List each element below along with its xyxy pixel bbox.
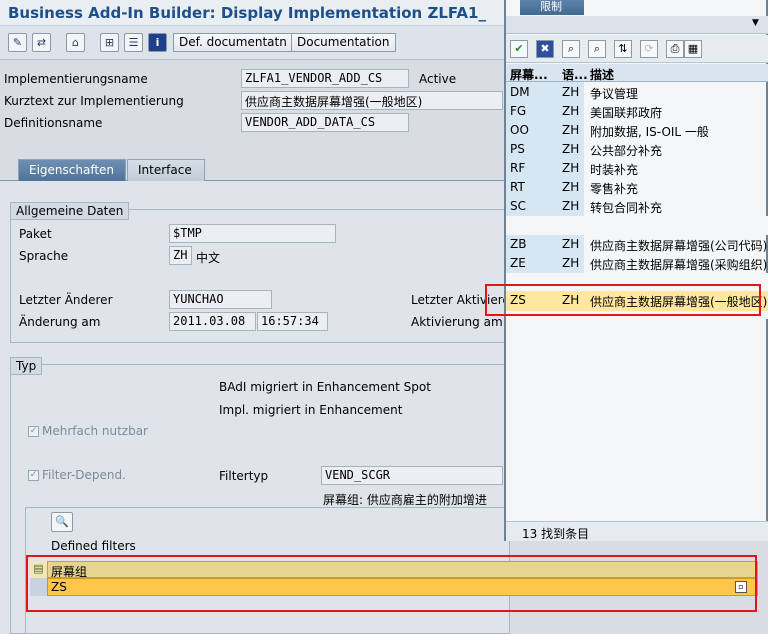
popup-footer: 13 找到条目: [506, 521, 768, 541]
popup-row-ps[interactable]: PS ZH 公共部分补充: [506, 140, 768, 159]
popup-cell-lang: ZH: [562, 104, 580, 118]
changed-date-field[interactable]: 2011.03.08: [169, 312, 256, 331]
popup-obscured-row: [506, 216, 768, 235]
popup-cell-code: SC: [510, 199, 526, 213]
display-change-icon[interactable]: ⇄: [32, 33, 51, 52]
documentation-button[interactable]: Documentation: [291, 33, 396, 52]
popup-row-fg[interactable]: FG ZH 美国联邦政府: [506, 102, 768, 121]
multiple-use-checkbox[interactable]: ✓: [28, 426, 39, 437]
popup-cell-lang: ZH: [562, 180, 580, 194]
popup-col-screen-group[interactable]: 屏幕...: [510, 66, 548, 83]
impl-migrated-label: Impl. migriert in Enhancement: [219, 403, 403, 417]
popup-cell-code: ZE: [510, 256, 526, 270]
refresh-icon[interactable]: ⟳: [640, 40, 658, 58]
list-icon[interactable]: ▦: [684, 40, 702, 58]
popup-row-sc[interactable]: SC ZH 转包合同补充: [506, 197, 768, 216]
popup-col-description[interactable]: 描述: [590, 66, 614, 83]
accept-icon[interactable]: ✔: [510, 40, 528, 58]
popup-cell-desc: 零售补充: [590, 182, 639, 196]
sprache-field[interactable]: ZH: [169, 246, 192, 265]
tree-icon[interactable]: ☰: [124, 33, 143, 52]
short-text-label: Kurztext zur Implementierung: [4, 94, 184, 108]
popup-cell-lang: ZH: [562, 199, 580, 213]
activation-label: Aktivierung am: [411, 315, 503, 329]
def-name-label: Definitionsname: [4, 116, 103, 130]
popup-cell-desc: 转包合同补充: [590, 201, 663, 215]
popup-cell-code: RT: [510, 180, 525, 194]
changer-field[interactable]: YUNCHAO: [169, 290, 272, 309]
filtertyp-field[interactable]: VEND_SCGR: [321, 466, 503, 485]
paket-label: Paket: [19, 227, 52, 241]
zoom-icon[interactable]: 🔍: [51, 512, 73, 532]
popup-entries-found: 13 找到条目: [522, 527, 590, 541]
pencil-icon[interactable]: ✎: [8, 33, 27, 52]
popup-cell-code: ZB: [510, 237, 527, 251]
popup-row-rf[interactable]: RF ZH 时装补充: [506, 159, 768, 178]
popup-cell-desc: 时装补充: [590, 163, 639, 177]
popup-cell-lang: ZH: [562, 123, 580, 137]
typ-title: Typ: [10, 357, 43, 375]
badi-migrated-label: BAdI migriert in Enhancement Spot: [219, 380, 431, 394]
popup-cell-code: DM: [510, 85, 530, 99]
highlight-box-popup: [485, 284, 761, 316]
defined-filters-label: Defined filters: [51, 539, 136, 553]
find-icon[interactable]: ⌕: [562, 40, 580, 58]
hierarchy-icon[interactable]: ⊞: [100, 33, 119, 52]
popup-cell-desc: 公共部分补充: [590, 144, 663, 158]
changed-on-label: Änderung am: [19, 315, 101, 329]
def-name-field[interactable]: VENDOR_ADD_DATA_CS: [241, 113, 409, 132]
popup-col-language[interactable]: 语...: [562, 66, 588, 83]
popup-row-dm[interactable]: DM ZH 争议管理: [506, 83, 768, 102]
popup-row-rt[interactable]: RT ZH 零售补充: [506, 178, 768, 197]
tab-eigenschaften[interactable]: Eigenschaften: [18, 159, 126, 181]
popup-cell-desc: 供应商主数据屏幕增强(采购组织): [590, 258, 768, 272]
popup-cell-lang: ZH: [562, 85, 580, 99]
popup-row-ze[interactable]: ZE ZH 供应商主数据屏幕增强(采购组织): [506, 254, 768, 273]
popup-cell-desc: 附加数据, IS-OIL 一般: [590, 125, 709, 139]
paket-field[interactable]: $TMP: [169, 224, 336, 243]
filter-dependent-label: Filter-Depend.: [42, 468, 126, 482]
short-text-field[interactable]: 供应商主数据屏幕增强(一般地区): [241, 91, 503, 110]
sprache-label: Sprache: [19, 249, 69, 263]
filtertyp-label: Filtertyp: [219, 469, 269, 483]
impl-name-label: Implementierungsname: [4, 72, 148, 86]
popup-restriction-bar: ▼: [506, 16, 768, 34]
popup-tab-restrictions[interactable]: 限制: [520, 0, 584, 15]
popup-cell-lang: ZH: [562, 161, 580, 175]
popup-cell-code: OO: [510, 123, 529, 137]
popup-cell-code: RF: [510, 161, 526, 175]
popup-row-zb[interactable]: ZB ZH 供应商主数据屏幕增强(公司代码): [506, 235, 768, 254]
popup-cell-lang: ZH: [562, 256, 580, 270]
popup-cell-lang: ZH: [562, 142, 580, 156]
popup-cell-desc: 美国联邦政府: [590, 106, 663, 120]
general-data-title: Allgemeine Daten: [10, 202, 130, 220]
highlight-box-filter: [26, 555, 757, 612]
other-object-icon[interactable]: ⌂: [66, 33, 85, 52]
popup-cell-desc: 供应商主数据屏幕增强(公司代码): [590, 239, 768, 253]
changer-label: Letzter Änderer: [19, 293, 113, 307]
window-title: Business Add-In Builder: Display Impleme…: [8, 4, 486, 22]
popup-cell-code: PS: [510, 142, 525, 156]
expand-arrow-icon[interactable]: ▼: [752, 18, 759, 28]
multiple-use-label: Mehrfach nutzbar: [42, 424, 148, 438]
popup-row-oo[interactable]: OO ZH 附加数据, IS-OIL 一般: [506, 121, 768, 140]
info-icon[interactable]: i: [148, 33, 167, 52]
filtertyp-description: 屏幕组: 供应商雇主的附加增进: [323, 493, 487, 507]
sort-icon[interactable]: ⇅: [614, 40, 632, 58]
tab-interface[interactable]: Interface: [127, 159, 205, 181]
filter-dependent-checkbox[interactable]: ✓: [28, 470, 39, 481]
impl-name-field[interactable]: ZLFA1_VENDOR_ADD_CS: [241, 69, 409, 88]
sprache-name: 中文: [196, 251, 221, 265]
print-icon[interactable]: ⎙: [666, 40, 684, 58]
def-documentation-button[interactable]: Def. documentatn: [173, 33, 293, 52]
changed-time-field[interactable]: 16:57:34: [257, 312, 328, 331]
find-next-icon[interactable]: ⌕: [588, 40, 606, 58]
cancel-icon[interactable]: ✖: [536, 40, 554, 58]
popup-cell-desc: 争议管理: [590, 87, 639, 101]
popup-cell-code: FG: [510, 104, 527, 118]
popup-cell-lang: ZH: [562, 237, 580, 251]
status-text: Active: [419, 72, 457, 86]
